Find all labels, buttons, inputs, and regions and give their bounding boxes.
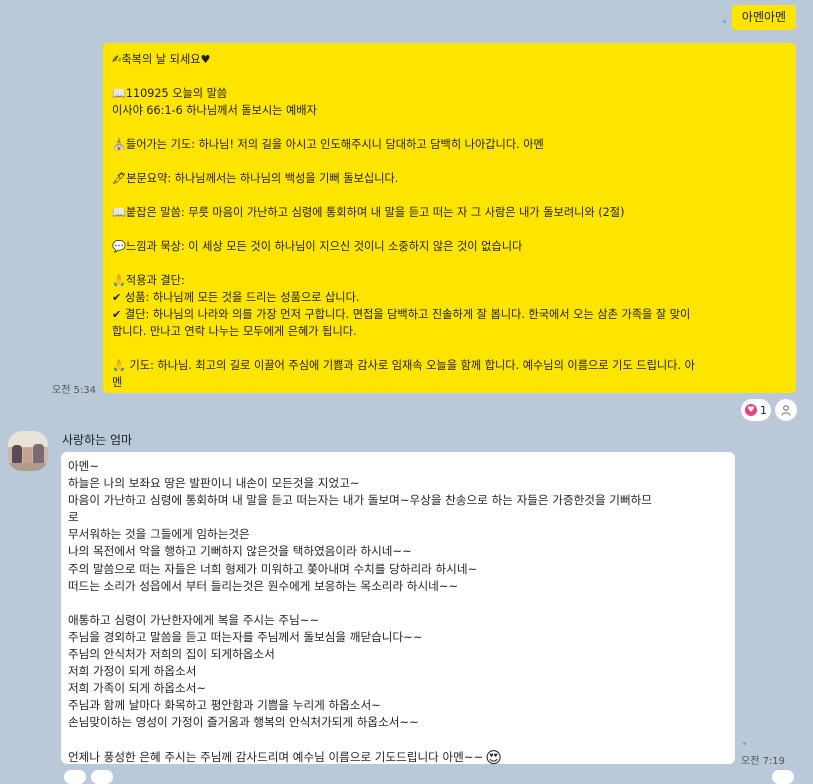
reply-line-text: 떠드는 소리가 성읍에서 부터 들리는것은 원수에게 보응하는 목소리라 하시네…	[68, 578, 459, 593]
reaction-count: 1	[760, 403, 767, 417]
devotion-line	[112, 153, 792, 170]
person-icon	[781, 404, 791, 416]
outgoing-message-amen[interactable]: 아멘아멘	[732, 5, 796, 30]
heart-icon: ♥	[745, 404, 757, 416]
reply-line: 애통하고 심령이 가난한자에게 복을 주시는 주님~~	[68, 612, 732, 629]
reply-line-text: 저희 가족이 되게 하옵소서~	[68, 681, 207, 696]
reply-line-text: 저희 가정이 되게 하옵소서	[68, 664, 197, 679]
reply-line: 언제나 풍성한 은혜 주시는 주님께 감사드리며 예수님 이름으로 기도드립니다…	[68, 749, 732, 766]
reply-line-text: 주님과 함께 날마다 화목하고 평안함과 기쁨을 누리게 하옵소서~	[68, 698, 381, 713]
outgoing-message-daily-devotion[interactable]: ✍축복의 날 되세요♥ 📖110925 오늘의 말씀이사야 66:1-6 하나님…	[103, 43, 796, 393]
reply-line-text: 마음이 가난하고 심령에 통회하며 내 말을 듣고 떠는자는 내가 돌보며~우상…	[68, 493, 652, 508]
reply-line: 하늘은 나의 보좌요 땅은 발판이니 내손이 모든것을 지었고~	[68, 475, 732, 492]
reply-line-text: 무서워하는 것을 그들에게 임하는것은	[68, 527, 250, 542]
devotion-line: 🙏 기도: 하나님. 최고의 길로 이끌어 주심에 기쁨과 감사로 임재속 오늘…	[112, 359, 695, 372]
reply-line: 떠드는 소리가 성읍에서 부터 들리는것은 원수에게 보응하는 목소리라 하시네…	[68, 578, 732, 595]
reply-line-text: 손님맞이하는 영성이 가정이 즐거움과 행복의 안식처가되게 하옵소서~~	[68, 715, 419, 730]
reply-line-text: 애통하고 심령이 가난한자에게 복을 주시는 주님~~	[68, 612, 320, 627]
devotion-line: 🙏적용과 결단:	[112, 274, 185, 287]
reply-line-text: 아멘~	[68, 459, 100, 473]
reply-line: 주님의 안식처가 저희의 집이 되게하옵소서	[68, 646, 732, 663]
message-text: 아멘아멘	[741, 10, 787, 24]
reaction-chip[interactable]	[64, 770, 86, 784]
avatar[interactable]	[8, 431, 48, 471]
reaction-chip[interactable]	[91, 770, 113, 784]
heart-eyes-emoji-icon: 😍	[485, 747, 502, 767]
devotion-line: 📖붙잡은 말씀: 무릇 마음이 가난하고 심령에 통회하며 내 말을 듣고 떠는…	[112, 206, 625, 219]
reply-line-text	[68, 733, 72, 747]
add-reaction-button[interactable]	[775, 399, 797, 421]
devotion-line: 🖊본문요약: 하나님께서는 하나님의 백성을 기뻐 돌보십니다.	[112, 172, 399, 185]
reply-line-text: 주님을 경외하고 말씀을 듣고 떠는자를 주님께서 돌보심을 깨닫습니다~~	[68, 629, 423, 644]
reply-line: 마음이 가난하고 심령에 통회하며 내 말을 듣고 떠는자는 내가 돌보며~우상…	[68, 492, 732, 509]
devotion-line	[112, 340, 792, 357]
devotion-line: ✔ 결단: 하나님의 나라와 의를 가장 먼저 구합니다. 면접을 담백하고 진…	[112, 308, 691, 321]
reply-line: 저희 가족이 되게 하옵소서~	[68, 680, 732, 697]
devotion-line: 💬느낌과 묵상: 이 세상 모든 것이 하나님이 지으신 것이니 소중하지 않은…	[112, 240, 523, 253]
devotion-line	[112, 119, 792, 136]
devotion-line	[112, 187, 792, 204]
reply-line-text: 로	[68, 510, 79, 525]
sender-name: 사랑하는 엄마	[62, 433, 133, 447]
message-time: 오전 7:19	[741, 756, 786, 767]
read-indicator	[723, 20, 726, 23]
reply-line-text: 나의 목전에서 악을 행하고 기뻐하지 않은것을 택하였음이라 하시네~~	[68, 544, 412, 559]
reply-line: 저희 가정이 되게 하옵소서	[68, 663, 732, 680]
devotion-line: 합니다. 만나고 연락 나누는 모두에게 은혜가 됩니다.	[112, 325, 357, 338]
reply-line: 로	[68, 509, 732, 526]
reply-line: 손님맞이하는 영성이 가정이 즐거움과 행복의 안식처가되게 하옵소서~~	[68, 714, 732, 731]
read-indicator	[743, 742, 746, 745]
reply-line-text: 하늘은 나의 보좌요 땅은 발판이니 내손이 모든것을 지었고~	[68, 476, 360, 491]
reply-line-text: 언제나 풍성한 은혜 주시는 주님께 감사드리며 예수님 이름으로 기도드립니다…	[68, 749, 484, 764]
reaction-chip[interactable]	[772, 770, 794, 784]
devotion-text: ✍축복의 날 되세요♥ 📖110925 오늘의 말씀이사야 66:1-6 하나님…	[112, 51, 792, 391]
devotion-line: 멘	[112, 376, 123, 389]
reply-line	[68, 595, 732, 612]
reply-text: 아멘~ 하늘은 나의 보좌요 땅은 발판이니 내손이 모든것을 지었고~ 마음이 가…	[68, 458, 732, 766]
reaction-badge[interactable]: ♥ 1	[741, 399, 771, 421]
devotion-line: 📖110925 오늘의 말씀	[112, 87, 228, 100]
incoming-message-reply[interactable]: 아멘~ 하늘은 나의 보좌요 땅은 발판이니 내손이 모든것을 지었고~ 마음이 가…	[61, 452, 735, 766]
devotion-line	[112, 68, 792, 85]
devotion-line: ✔ 성품: 하나님께 모든 것을 드리는 성품으로 삽니다.	[112, 291, 360, 304]
reply-line	[68, 732, 732, 749]
devotion-line	[112, 255, 792, 272]
reply-line: 주님과 함께 날마다 화목하고 평안함과 기쁨을 누리게 하옵소서~	[68, 697, 732, 714]
devotion-line: ⛪들어가는 기도: 하나님! 저의 길을 아시고 인도해주시니 담대하고 담백히…	[112, 138, 544, 151]
reply-line: 주의 말씀으로 떠는 자들은 너희 형제가 미워하고 쫒아내며 수치를 당하리라…	[68, 561, 732, 578]
reply-line: 무서워하는 것을 그들에게 임하는것은	[68, 526, 732, 543]
message-time: 오전 5:34	[52, 385, 97, 396]
reply-line-text	[68, 596, 72, 610]
reply-line: 아멘~	[68, 458, 732, 475]
reply-line: 주님을 경외하고 말씀을 듣고 떠는자를 주님께서 돌보심을 깨닫습니다~~	[68, 629, 732, 646]
reply-line-text: 주의 말씀으로 떠는 자들은 너희 형제가 미워하고 쫒아내며 수치를 당하리라…	[68, 561, 478, 576]
devotion-line	[112, 221, 792, 238]
devotion-line: 이사야 66:1-6 하나님께서 돌보시는 예배자	[112, 104, 317, 117]
reply-line: 나의 목전에서 악을 행하고 기뻐하지 않은것을 택하였음이라 하시네~~	[68, 543, 732, 560]
devotion-line: ✍축복의 날 되세요♥	[112, 53, 211, 66]
reply-line-text: 주님의 안식처가 저희의 집이 되게하옵소서	[68, 647, 275, 662]
